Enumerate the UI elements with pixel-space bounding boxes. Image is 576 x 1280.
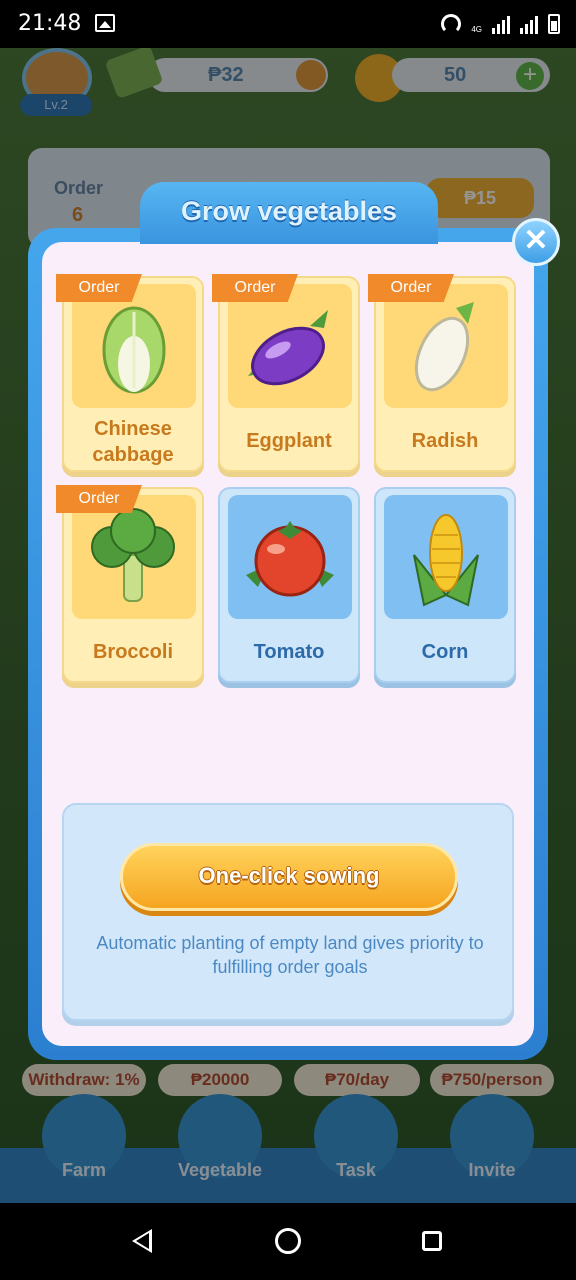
vegetable-nav-button[interactable]	[178, 1094, 262, 1178]
vegetable-card-tomato[interactable]: Tomato	[218, 487, 360, 683]
hotspot-icon	[441, 14, 462, 34]
amount-pill: ₱20000	[158, 1064, 282, 1096]
image-box	[384, 284, 508, 408]
farm-nav-label: Farm	[61, 1160, 106, 1180]
vegetable-nav-label: Vegetable	[177, 1160, 263, 1180]
image-box	[228, 495, 352, 619]
vegetable-card-broccoli[interactable]: Order Broccoli	[56, 485, 204, 683]
network-type: 4G	[471, 25, 482, 34]
radish-icon	[414, 302, 474, 392]
order-badge: Order	[368, 274, 454, 302]
back-icon[interactable]	[132, 1229, 152, 1253]
vegetable-card-radish[interactable]: Order Radish	[368, 274, 516, 472]
sowing-description: Automatic planting of empty land gives p…	[96, 933, 484, 977]
money-bag-icon[interactable]	[296, 60, 326, 90]
chinese-cabbage-icon	[102, 306, 166, 394]
task-nav-button[interactable]	[314, 1094, 398, 1178]
dialog-title-tab: Grow vegetables	[140, 182, 438, 244]
sowing-panel: One-click sowing Automatic planting of e…	[62, 803, 514, 1021]
task-nav-label: Task	[336, 1160, 376, 1180]
vegetable-name: Broccoli	[92, 641, 174, 663]
coin-balance: 50	[392, 58, 550, 92]
invite-nav-label: Invite	[468, 1160, 516, 1180]
order-price-button[interactable]: ₱15	[426, 178, 534, 218]
vegetable-name: Corn	[421, 641, 469, 663]
daily-pill: ₱70/day	[294, 1064, 420, 1096]
order-count: 6	[72, 204, 84, 226]
coin-icon	[355, 54, 403, 102]
level-badge: Lv.2	[20, 94, 92, 116]
image-box	[228, 284, 352, 408]
status-time: 21:48	[18, 11, 82, 36]
farm-nav-button[interactable]	[42, 1094, 126, 1178]
reward-pills: Withdraw: 1% ₱20000 ₱70/day ₱750/person	[0, 1064, 576, 1104]
vegetable-name: Chinese cabbage	[92, 418, 174, 466]
status-bar: 21:48 4G	[0, 0, 576, 48]
vegetable-card-corn[interactable]: Corn	[374, 487, 516, 683]
vegetable-card-chinese-cabbage[interactable]: Order Chinese cabbage	[56, 274, 204, 472]
corn-icon	[413, 514, 479, 607]
order-badge: Order	[56, 485, 142, 513]
image-box	[72, 495, 196, 619]
vegetable-name: Tomato	[253, 641, 325, 663]
bottom-nav-bar	[0, 1148, 576, 1203]
order-badge: Order	[56, 274, 142, 302]
vegetable-name: Eggplant	[246, 430, 332, 452]
order-label: Order	[54, 178, 104, 198]
avatar[interactable]	[22, 48, 92, 108]
image-box	[72, 284, 196, 408]
signal-2-icon	[520, 14, 538, 34]
dialog-title: Grow vegetables	[180, 196, 398, 226]
invite-nav-button[interactable]	[450, 1094, 534, 1178]
signal-icon	[492, 14, 510, 34]
recent-apps-icon[interactable]	[422, 1231, 442, 1251]
gallery-notification-icon	[95, 14, 115, 32]
image-box	[384, 495, 508, 619]
battery-icon	[548, 14, 560, 34]
one-click-sowing-button[interactable]: One-click sowing	[120, 843, 458, 911]
broccoli-icon	[91, 508, 175, 602]
invite-reward-pill: ₱750/person	[430, 1064, 554, 1096]
cash-icon	[104, 48, 164, 100]
system-nav-bar	[0, 1203, 576, 1280]
close-button[interactable]: ✕	[512, 218, 560, 266]
vegetable-name: Radish	[411, 430, 479, 452]
eggplant-icon	[248, 310, 328, 386]
order-badge: Order	[212, 274, 298, 302]
vegetable-card-eggplant[interactable]: Order Eggplant	[212, 274, 360, 472]
home-icon[interactable]	[275, 1228, 301, 1254]
add-coins-button[interactable]: +	[516, 62, 544, 90]
tomato-icon	[246, 521, 334, 597]
withdraw-pill: Withdraw: 1%	[22, 1064, 146, 1096]
money-balance: ₱32	[148, 58, 328, 92]
